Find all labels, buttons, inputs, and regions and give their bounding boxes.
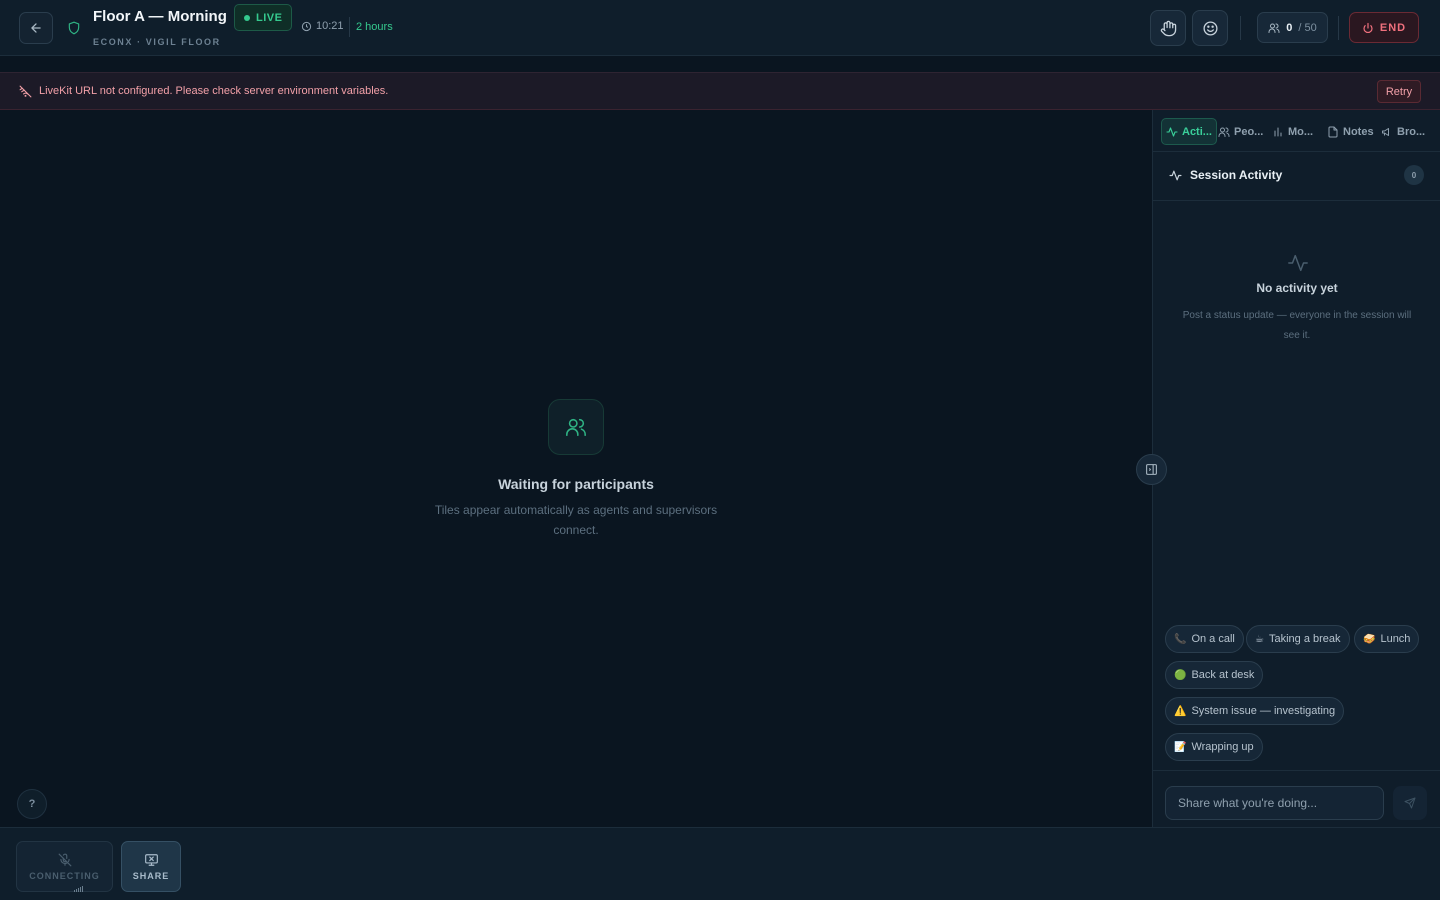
right-sidebar: Acti... Peo... Mo... Notes Bro... Sessio… bbox=[1152, 110, 1440, 827]
raise-hand-icon bbox=[1160, 20, 1176, 36]
live-dot-icon bbox=[244, 14, 250, 21]
megaphone-icon bbox=[1382, 127, 1389, 136]
tab-label: Mo... bbox=[1288, 125, 1314, 138]
video-stage: Waiting for participants Tiles appear au… bbox=[0, 110, 1152, 827]
back-button[interactable] bbox=[19, 12, 53, 44]
tab-people[interactable]: Peo... bbox=[1218, 118, 1263, 145]
status-input-area bbox=[1153, 770, 1440, 827]
status-chip-lunch[interactable]: 🥪 Lunch bbox=[1354, 625, 1420, 653]
tab-label: Bro... bbox=[1397, 125, 1426, 138]
arrow-left-icon bbox=[31, 23, 41, 33]
activity-title: Session Activity bbox=[1190, 168, 1283, 182]
users-icon bbox=[1218, 127, 1230, 137]
live-badge: LIVE bbox=[234, 4, 293, 31]
users-icon bbox=[1268, 23, 1280, 33]
screen-share-icon bbox=[144, 853, 158, 866]
end-session-button[interactable]: END bbox=[1349, 12, 1419, 43]
divider bbox=[1240, 16, 1241, 40]
raise-hand-button[interactable] bbox=[1150, 10, 1186, 46]
error-alert: LiveKit URL not configured. Please check… bbox=[0, 72, 1440, 110]
share-screen-button[interactable]: SHARE bbox=[121, 841, 181, 892]
sidebar-tabs: Acti... Peo... Mo... Notes Bro... bbox=[1153, 110, 1440, 152]
tab-monitor[interactable]: Mo... bbox=[1272, 118, 1313, 145]
panel-collapse-icon bbox=[1146, 464, 1157, 475]
activity-icon bbox=[1166, 126, 1178, 137]
waiting-subtitle: Tiles appear automatically as agents and… bbox=[434, 503, 718, 537]
send-button[interactable] bbox=[1393, 786, 1427, 820]
sandwich-icon: 🥪 bbox=[1363, 633, 1376, 645]
warning-icon: ⚠️ bbox=[1174, 705, 1187, 717]
send-icon bbox=[1404, 797, 1416, 809]
status-chip-label: Taking a break bbox=[1268, 633, 1341, 645]
session-title: Floor A — Morning bbox=[93, 8, 227, 25]
status-input[interactable] bbox=[1165, 786, 1384, 820]
activity-count-badge: 0 bbox=[1404, 165, 1424, 185]
clock-icon bbox=[301, 21, 312, 31]
status-chip-on-call[interactable]: 📞 On a call bbox=[1165, 625, 1244, 653]
coffee-icon: ☕ bbox=[1255, 633, 1264, 645]
participant-count-button[interactable]: 0 / 50 bbox=[1257, 12, 1328, 43]
collapse-sidebar-button[interactable] bbox=[1136, 454, 1167, 485]
memo-icon: 📝 bbox=[1174, 741, 1187, 753]
green-circle-icon: 🟢 bbox=[1174, 669, 1187, 681]
empty-activity-title: No activity yet bbox=[1256, 281, 1338, 295]
activity-icon bbox=[1288, 254, 1308, 272]
tab-activity[interactable]: Acti... bbox=[1161, 118, 1217, 145]
top-header: Floor A — Morning LIVE ECONX · VIGIL FLO… bbox=[0, 0, 1440, 56]
status-chip-label: System issue — investigating bbox=[1191, 705, 1336, 717]
empty-activity-subtitle: Post a status update — everyone in the s… bbox=[1182, 310, 1412, 341]
help-button[interactable]: ? bbox=[17, 789, 47, 819]
alert-message: LiveKit URL not configured. Please check… bbox=[39, 85, 389, 97]
status-chip-label: Wrapping up bbox=[1191, 741, 1254, 753]
status-chip-back-at-desk[interactable]: 🟢 Back at desk bbox=[1165, 661, 1264, 689]
session-clock: 10:21 bbox=[301, 20, 344, 32]
divider bbox=[1338, 16, 1339, 40]
connecting-label: CONNECTING bbox=[29, 870, 100, 881]
status-chip-wrapping-up[interactable]: 📝 Wrapping up bbox=[1165, 733, 1263, 761]
clock-time: 10:21 bbox=[316, 20, 344, 32]
tab-label: Notes bbox=[1343, 125, 1374, 138]
waiting-title: Waiting for participants bbox=[498, 476, 654, 492]
empty-stage-tile bbox=[548, 399, 604, 455]
divider bbox=[349, 17, 350, 37]
participant-count: 0 bbox=[1286, 21, 1293, 34]
status-chip-label: On a call bbox=[1191, 633, 1235, 645]
smile-icon bbox=[1202, 20, 1218, 36]
activity-icon bbox=[1169, 170, 1182, 181]
retry-button[interactable]: Retry bbox=[1377, 80, 1421, 103]
shield-icon bbox=[68, 21, 80, 35]
tab-label: Acti... bbox=[1182, 125, 1212, 138]
status-chip-label: Lunch bbox=[1380, 633, 1411, 645]
mic-connecting-button[interactable]: CONNECTING bbox=[16, 841, 113, 892]
signal-strength-icon bbox=[74, 886, 83, 892]
live-label: LIVE bbox=[256, 11, 283, 24]
mic-off-icon bbox=[58, 853, 71, 866]
wifi-off-icon bbox=[19, 85, 32, 98]
bar-chart-icon bbox=[1274, 127, 1282, 136]
tab-notes[interactable]: Notes bbox=[1327, 118, 1374, 145]
end-label: END bbox=[1379, 21, 1407, 34]
activity-header: Session Activity 0 bbox=[1153, 152, 1440, 201]
tab-broadcast[interactable]: Bro... bbox=[1381, 118, 1425, 145]
users-icon bbox=[566, 418, 586, 437]
power-icon bbox=[1363, 22, 1373, 33]
status-chip-break[interactable]: ☕ Taking a break bbox=[1246, 625, 1350, 653]
session-duration: 2 hours bbox=[356, 21, 393, 33]
participant-max: / 50 bbox=[1298, 21, 1317, 34]
tab-label: Peo... bbox=[1234, 125, 1264, 138]
phone-icon: 📞 bbox=[1174, 633, 1187, 645]
file-icon bbox=[1328, 126, 1338, 137]
share-label: SHARE bbox=[132, 870, 170, 881]
session-subtitle: ECONX · VIGIL FLOOR bbox=[93, 37, 221, 47]
status-chip-system-issue[interactable]: ⚠️ System issue — investigating bbox=[1165, 697, 1345, 725]
bottom-control-bar: CONNECTING SHARE bbox=[0, 827, 1440, 900]
status-chip-label: Back at desk bbox=[1191, 669, 1255, 681]
reaction-button[interactable] bbox=[1192, 10, 1228, 46]
